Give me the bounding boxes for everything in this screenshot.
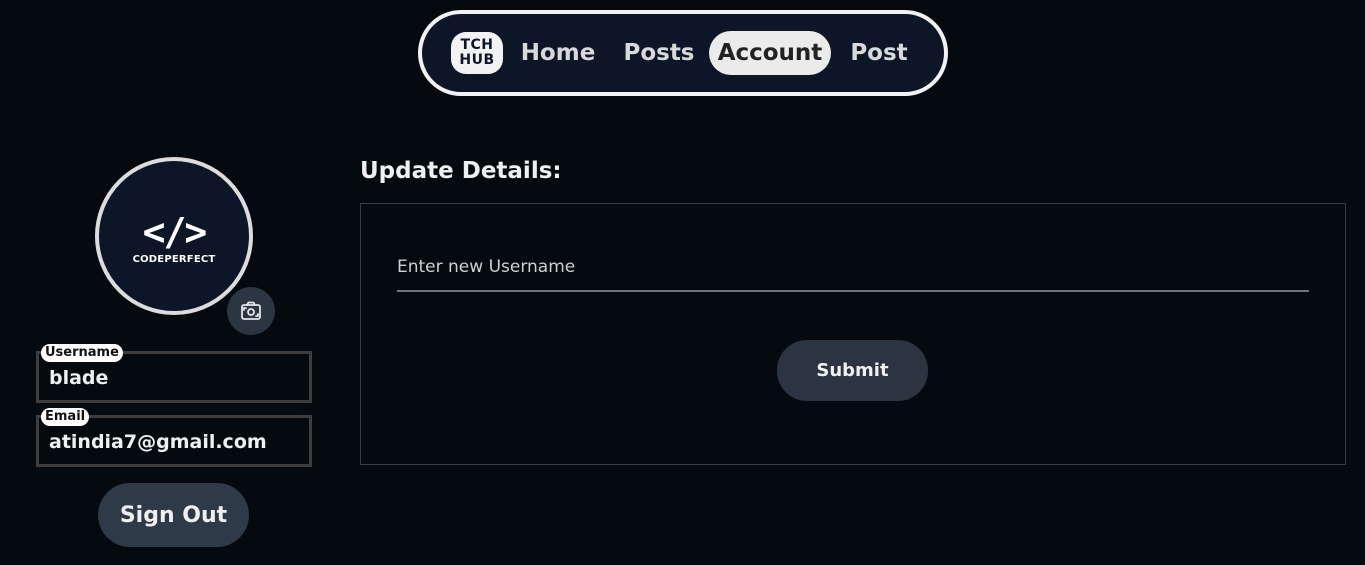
tch-hub-logo[interactable]: TCH HUB [451, 32, 503, 74]
top-nav: TCH HUB Home Posts Account Post [418, 10, 948, 96]
logo-line-1: TCH [460, 37, 494, 53]
username-label: Username [41, 344, 123, 362]
nav-post[interactable]: Post [847, 31, 911, 75]
sign-out-button[interactable]: Sign Out [98, 483, 249, 547]
submit-button[interactable]: Submit [777, 340, 928, 401]
logo-line-2: HUB [459, 52, 495, 68]
update-details-panel: Submit [360, 203, 1346, 465]
code-brackets-icon: </> [142, 209, 208, 254]
email-label: Email [41, 408, 90, 426]
change-photo-icon [241, 301, 261, 320]
nav-home[interactable]: Home [516, 31, 600, 75]
username-display: Username blade [36, 344, 312, 403]
nav-account[interactable]: Account [709, 31, 831, 75]
username-value: blade [49, 367, 109, 389]
nav-posts[interactable]: Posts [620, 31, 698, 75]
change-photo-button[interactable] [227, 287, 275, 335]
update-details-title: Update Details: [360, 158, 562, 184]
avatar-brand-text: CODEPERFECT [132, 253, 216, 265]
new-username-input[interactable] [397, 244, 1309, 292]
profile-avatar: </> CODEPERFECT [95, 157, 253, 315]
email-display: Email atindia7@gmail.com [36, 408, 312, 467]
email-value: atindia7@gmail.com [49, 431, 267, 453]
